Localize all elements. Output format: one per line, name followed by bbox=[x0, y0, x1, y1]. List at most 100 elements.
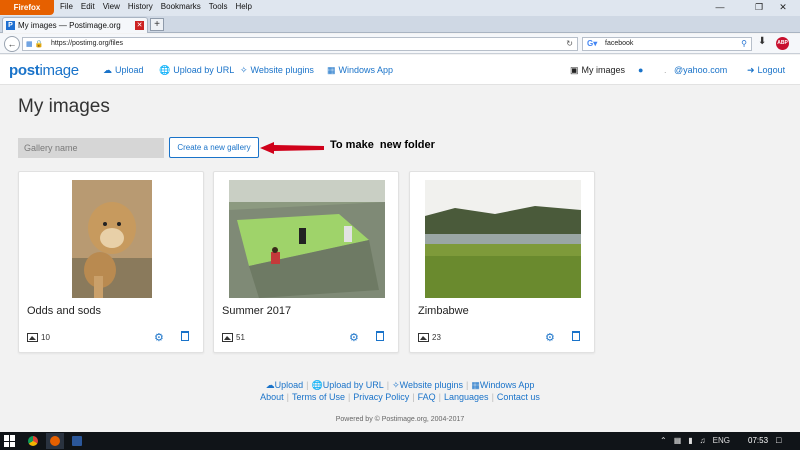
navigation-bar: ← ▦ 🔒 https://postimg.org/files ↻ G▾ fac… bbox=[0, 34, 800, 54]
cloud-upload-icon: ☁ bbox=[103, 65, 112, 75]
footer-upload[interactable]: Upload bbox=[275, 380, 304, 390]
create-gallery-button[interactable]: Create a new gallery bbox=[169, 137, 259, 158]
menu-help[interactable]: Help bbox=[235, 2, 251, 11]
gallery-card[interactable]: Odds and sods 10 ⚙ bbox=[18, 171, 204, 353]
taskbar-clock[interactable]: 07:53 bbox=[748, 436, 768, 445]
gallery-name[interactable]: Zimbabwe bbox=[418, 305, 469, 317]
search-icon[interactable]: ⚲ bbox=[741, 39, 747, 48]
battery-icon[interactable]: ▮ bbox=[688, 436, 692, 445]
footer-about[interactable]: About bbox=[260, 392, 284, 402]
nav-logout[interactable]: ➜ Logout bbox=[747, 65, 785, 76]
gallery-thumbnail[interactable] bbox=[425, 180, 581, 298]
download-icon[interactable]: ⬇ bbox=[758, 36, 766, 47]
nav-windows-label: Windows App bbox=[338, 65, 394, 75]
windows-taskbar: ⌃ ▦ ▮ ♫ ENG 07:53 □ bbox=[0, 432, 800, 450]
email-redacted-icon: . bbox=[664, 65, 667, 75]
network-icon[interactable]: ▦ bbox=[674, 436, 682, 445]
settings-gear-icon[interactable]: ⚙ bbox=[545, 331, 555, 344]
trash-icon[interactable] bbox=[572, 331, 580, 341]
footer-primary-links: ☁Upload | 🌐Upload by URL | ✧Website plugins |… bbox=[0, 380, 800, 391]
footer-upload-url[interactable]: Upload by URL bbox=[323, 380, 384, 390]
tab-close-icon[interactable]: ✕ bbox=[135, 21, 144, 30]
chrome-taskbar-icon[interactable] bbox=[24, 433, 42, 449]
footer-secondary-links: About | Terms of Use | Privacy Policy | FAQ | La… bbox=[0, 392, 800, 402]
chevron-up-icon[interactable]: ⌃ bbox=[660, 436, 667, 445]
menu-bar: File Edit View History Bookmarks Tools H… bbox=[60, 2, 252, 11]
site-header: postimage ☁ Upload 🌐 Upload by URL ✧ Websit… bbox=[0, 55, 800, 85]
adblock-icon[interactable]: ABP bbox=[776, 37, 789, 50]
windows-icon: ▦ bbox=[471, 380, 480, 390]
browser-tab[interactable]: P My images — Postimage.org ✕ bbox=[2, 17, 148, 33]
google-icon[interactable]: G▾ bbox=[587, 39, 597, 48]
postimage-logo[interactable]: postimage bbox=[9, 62, 79, 79]
nav-upload-url-label: Upload by URL bbox=[173, 65, 235, 75]
nav-website-plugins[interactable]: ✧ Website plugins bbox=[240, 65, 314, 76]
separator: | bbox=[386, 380, 390, 390]
tab-title: My images — Postimage.org bbox=[18, 21, 121, 30]
gallery-name[interactable]: Summer 2017 bbox=[222, 305, 291, 317]
page-title: My images bbox=[18, 96, 110, 117]
word-taskbar-icon[interactable] bbox=[68, 433, 86, 449]
footer-privacy[interactable]: Privacy Policy bbox=[353, 392, 409, 402]
logo-part-1: post bbox=[9, 62, 40, 79]
menu-view[interactable]: View bbox=[103, 2, 120, 11]
gallery-card[interactable]: Zimbabwe 23 ⚙ bbox=[409, 171, 595, 353]
logo-part-2: image bbox=[39, 62, 79, 79]
new-tab-button[interactable]: + bbox=[150, 18, 164, 31]
footer-languages[interactable]: Languages bbox=[444, 392, 489, 402]
nav-upload[interactable]: ☁ Upload bbox=[103, 65, 144, 76]
user-icon[interactable]: ● bbox=[638, 65, 643, 75]
volume-icon[interactable]: ♫ bbox=[700, 436, 706, 445]
nav-windows-app[interactable]: ▦ Windows App bbox=[327, 65, 393, 76]
tab-strip: P My images — Postimage.org ✕ + bbox=[0, 16, 800, 33]
footer-contact[interactable]: Contact us bbox=[497, 392, 540, 402]
nav-upload-by-url[interactable]: 🌐 Upload by URL bbox=[159, 65, 234, 76]
trash-icon[interactable] bbox=[376, 331, 384, 341]
footer-terms[interactable]: Terms of Use bbox=[292, 392, 345, 402]
settings-gear-icon[interactable]: ⚙ bbox=[349, 331, 359, 344]
settings-gear-icon[interactable]: ⚙ bbox=[154, 331, 164, 344]
footer-plugins[interactable]: Website plugins bbox=[400, 380, 463, 390]
puzzle-icon: ✧ bbox=[392, 380, 400, 390]
menu-history[interactable]: History bbox=[128, 2, 153, 11]
separator: | bbox=[286, 392, 289, 402]
url-text[interactable]: https://postimg.org/files bbox=[51, 40, 123, 47]
url-bar[interactable]: ▦ 🔒 https://postimg.org/files ↻ bbox=[22, 37, 578, 51]
firefox-taskbar-icon[interactable] bbox=[46, 433, 64, 449]
gallery-name-input[interactable] bbox=[18, 138, 164, 158]
picture-icon bbox=[222, 333, 233, 342]
globe-icon: 🌐 bbox=[159, 65, 171, 75]
system-tray: ⌃ ▦ ▮ ♫ ENG bbox=[660, 436, 730, 445]
minimize-button[interactable]: — bbox=[703, 0, 737, 15]
annotation-arrow bbox=[260, 142, 324, 154]
gallery-name[interactable]: Odds and sods bbox=[27, 305, 101, 317]
language-indicator[interactable]: ENG bbox=[713, 436, 730, 445]
menu-tools[interactable]: Tools bbox=[209, 2, 228, 11]
notification-icon[interactable]: □ bbox=[776, 435, 781, 445]
close-window-button[interactable]: ✕ bbox=[766, 0, 800, 15]
logout-icon: ➜ bbox=[747, 65, 755, 75]
menu-bookmarks[interactable]: Bookmarks bbox=[161, 2, 201, 11]
footer-faq[interactable]: FAQ bbox=[418, 392, 436, 402]
reload-icon[interactable]: ↻ bbox=[566, 39, 573, 48]
search-bar[interactable]: G▾ facebook ⚲ bbox=[582, 37, 752, 51]
gallery-thumbnail[interactable] bbox=[72, 180, 152, 298]
nav-plugins-label: Website plugins bbox=[250, 65, 314, 75]
separator: | bbox=[306, 380, 309, 390]
firefox-menu-button[interactable]: Firefox bbox=[0, 0, 54, 15]
search-input[interactable]: facebook bbox=[605, 40, 633, 47]
gallery-thumbnail[interactable] bbox=[229, 180, 385, 298]
windows-start-icon[interactable] bbox=[4, 435, 16, 447]
menu-edit[interactable]: Edit bbox=[81, 2, 95, 11]
back-button[interactable]: ← bbox=[4, 36, 20, 52]
account-email-text: @yahoo.com bbox=[674, 65, 728, 75]
nav-my-images[interactable]: ▣ My images bbox=[570, 65, 625, 76]
footer-windows[interactable]: Windows App bbox=[480, 380, 535, 390]
gallery-card[interactable]: Summer 2017 51 ⚙ bbox=[213, 171, 399, 353]
trash-icon[interactable] bbox=[181, 331, 189, 341]
menu-file[interactable]: File bbox=[60, 2, 73, 11]
site-identity-icon[interactable]: ▦ 🔒 bbox=[26, 40, 43, 48]
image-count: 10 bbox=[27, 333, 50, 342]
account-email[interactable]: . @yahoo.com bbox=[664, 65, 727, 75]
image-icon: ▣ bbox=[570, 65, 579, 75]
